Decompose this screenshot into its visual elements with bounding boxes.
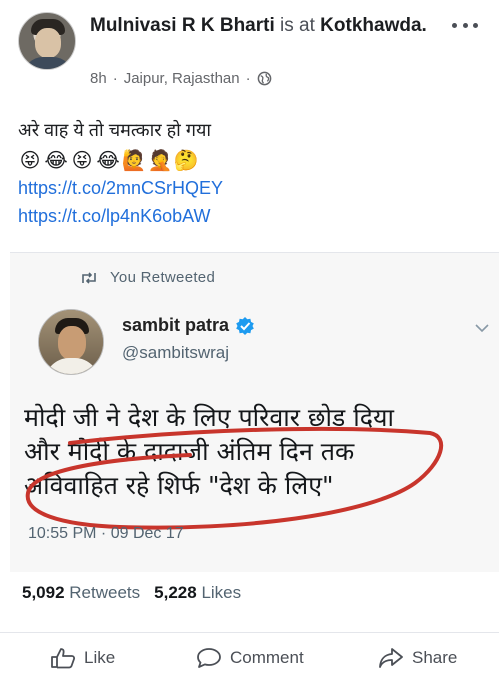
comment-button[interactable]: Comment <box>196 647 304 669</box>
emoji-tears-of-joy-2: 😂 <box>96 148 120 172</box>
author-name[interactable]: Mulnivasi R K Bharti <box>90 15 275 36</box>
author-line: Mulnivasi R K Bharti is at Kotkhawda. <box>90 14 440 38</box>
checkin-location[interactable]: Kotkhawda. <box>320 15 427 36</box>
emoji-squint-tongue-2: 😝 <box>71 148 93 172</box>
thumbs-up-icon <box>51 648 76 669</box>
chevron-down-icon[interactable] <box>475 323 489 333</box>
emoji-squint-tongue: 😝 <box>19 148 41 172</box>
tweet-author-handle[interactable]: @sambitswraj <box>122 343 229 363</box>
post-time[interactable]: 8h <box>90 70 107 87</box>
tweet-line-3: अविवाहित रहे शिर्फ "देश के लिए" <box>24 471 334 500</box>
retweet-icon <box>82 271 96 284</box>
retweet-indicator: You Retweeted <box>80 269 215 286</box>
emoji-thinking: 🤔 <box>173 148 199 172</box>
like-count-group[interactable]: 5,228 Likes <box>154 583 241 603</box>
more-options-icon[interactable] <box>452 18 478 32</box>
retweet-label: You Retweeted <box>110 269 216 286</box>
verified-badge-icon <box>236 316 254 335</box>
post-link-1[interactable]: https://t.co/2mnCSrHQEY <box>18 178 223 199</box>
tweet-stats: 5,092 Retweets 5,228 Likes <box>22 583 241 603</box>
like-label: Like <box>84 648 116 667</box>
post-place[interactable]: Jaipur, Rajasthan <box>124 70 240 87</box>
tweet-author-avatar[interactable] <box>38 309 104 375</box>
tweet-text: मोदी जी ने देश के लिए परिवार छोड़ दिया औ… <box>24 401 484 503</box>
share-button[interactable]: Share <box>378 647 457 669</box>
share-arrow-icon <box>379 648 403 668</box>
meta-separator: · <box>112 70 118 87</box>
meta-separator-2: · <box>245 70 251 87</box>
post-action-bar: Like Comment Share <box>0 632 499 680</box>
tweet-author-name-row: sambit patra <box>122 315 255 336</box>
comment-label: Comment <box>230 648 304 667</box>
emoji-facepalm: 🤦 <box>147 148 173 172</box>
tweet-timestamp[interactable]: 10:55 PM · 09 Dec 17 <box>28 525 184 543</box>
tweet-line-2: और मोदी के दादाजी अंतिम दिन तक <box>24 437 355 466</box>
like-button[interactable]: Like <box>50 647 115 669</box>
share-label: Share <box>412 648 458 667</box>
tweet-author-name[interactable]: sambit patra <box>122 315 229 336</box>
emoji-raising-hand: 🙋 <box>121 148 147 172</box>
like-count-label: Likes <box>201 583 242 602</box>
post-link-2[interactable]: https://t.co/lp4nK6obAW <box>18 206 210 227</box>
comment-bubble-icon <box>197 648 221 668</box>
like-count: 5,228 <box>154 583 197 602</box>
emoji-row: 😝 😂 😝 😂 🙋 🤦 🤔 <box>18 148 199 174</box>
retweet-count: 5,092 <box>22 583 65 602</box>
retweet-count-group[interactable]: 5,092 Retweets <box>22 583 140 603</box>
tweet-line-1: मोदी जी ने देश के लिए परिवार छोड़ दिया <box>24 403 394 432</box>
post-header: Mulnivasi R K Bharti is at Kotkhawda. 8h… <box>18 12 488 92</box>
post-text: अरे वाह ये तो चमत्कार हो गया <box>18 120 212 140</box>
retweet-count-label: Retweets <box>69 583 141 602</box>
emoji-tears-of-joy: 😂 <box>44 148 68 172</box>
is-at-text: is at <box>280 15 315 36</box>
globe-icon[interactable] <box>257 71 272 86</box>
author-avatar[interactable] <box>18 12 76 70</box>
embedded-tweet[interactable]: You Retweeted sambit patra @sambitswraj … <box>10 252 499 572</box>
post-meta: 8h · Jaipur, Rajasthan · <box>90 70 272 87</box>
